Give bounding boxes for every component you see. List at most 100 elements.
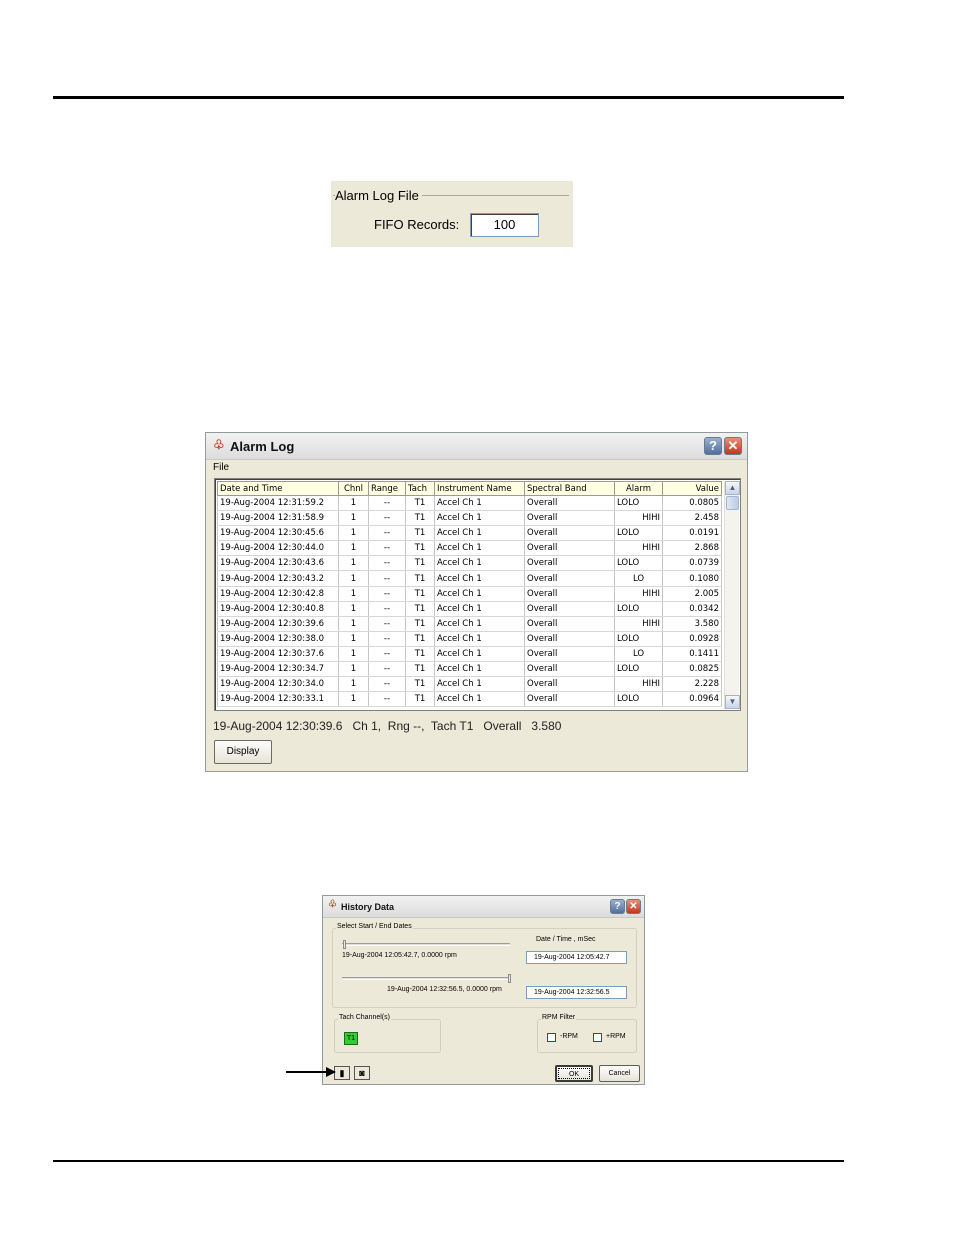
table-row[interactable]: 19-Aug-2004 12:30:43.6 1 -- T1 Accel Ch 1 Ove… xyxy=(217,555,722,572)
table-cell: Overall xyxy=(524,586,615,602)
table-cell: T1 xyxy=(405,570,435,587)
table-row[interactable]: 19-Aug-2004 12:30:42.8 1 -- T1 Accel Ch 1 Ove… xyxy=(217,586,722,602)
scroll-down-icon[interactable]: ▼ xyxy=(725,695,740,709)
table-cell: -- xyxy=(368,676,406,693)
end-date-field[interactable]: 19-Aug-2004 12:32:56.5 xyxy=(526,986,627,999)
table-cell: 0.0739 xyxy=(662,555,722,572)
fifo-records-label: FIFO Records: xyxy=(374,217,460,232)
table-cell: -- xyxy=(368,661,406,678)
table-row[interactable]: 19-Aug-2004 12:30:45.6 1 -- T1 Accel Ch 1 Ove… xyxy=(217,525,722,542)
table-cell: -- xyxy=(368,601,406,617)
start-date-field[interactable]: 19-Aug-2004 12:05:42.7 xyxy=(526,951,627,964)
table-cell: -- xyxy=(368,540,406,557)
col-alarm[interactable]: Alarm xyxy=(614,481,663,496)
table-row[interactable]: 19-Aug-2004 12:31:59.2 1 -- T1 Accel Ch 1 Ove… xyxy=(217,495,722,512)
title-bar: ♧ Alarm Log ? ✕ xyxy=(206,433,747,460)
group-legend: Alarm Log File xyxy=(335,188,422,203)
end-date-slider-thumb[interactable] xyxy=(508,974,511,983)
table-cell: Accel Ch 1 xyxy=(434,586,525,602)
menu-file[interactable]: File xyxy=(213,462,229,473)
table-cell: Accel Ch 1 xyxy=(434,661,525,678)
col-date-time[interactable]: Date and Time xyxy=(217,481,339,496)
table-cell: 0.0191 xyxy=(662,525,722,542)
table-cell: -- xyxy=(368,525,406,542)
table-cell: 19-Aug-2004 12:30:34.0 xyxy=(217,676,339,693)
table-cell: Overall xyxy=(524,661,615,678)
table-cell: T1 xyxy=(405,525,435,542)
tach-t1-button[interactable]: T1 xyxy=(344,1032,358,1045)
table-row[interactable]: 19-Aug-2004 12:30:44.0 1 -- T1 Accel Ch 1 Ove… xyxy=(217,540,722,557)
start-readout: 19-Aug-2004 12:05:42.7, 0.0000 rpm xyxy=(342,952,457,959)
table-cell: Accel Ch 1 xyxy=(434,616,525,632)
close-button[interactable]: ✕ xyxy=(626,899,641,914)
table-cell: 1 xyxy=(338,510,369,527)
col-range[interactable]: Range xyxy=(368,481,406,496)
group-label: Tach Channel(s) xyxy=(338,1014,391,1021)
header-row: Date and Time Chnl Range Tach Instrument… xyxy=(217,481,722,496)
table-row[interactable]: 19-Aug-2004 12:30:38.0 1 -- T1 Accel Ch 1 Ove… xyxy=(217,631,722,647)
table-cell: HIHI xyxy=(614,586,663,602)
table-row[interactable]: 19-Aug-2004 12:30:39.6 1 -- T1 Accel Ch 1 Ove… xyxy=(217,616,722,632)
table-cell: T1 xyxy=(405,646,435,663)
table-cell: Accel Ch 1 xyxy=(434,676,525,693)
col-tach[interactable]: Tach xyxy=(405,481,435,496)
window-title: History Data xyxy=(341,902,395,912)
col-value[interactable]: Value xyxy=(662,481,722,496)
vertical-scrollbar[interactable]: ▲ ▼ xyxy=(724,481,740,709)
table-cell: 0.0825 xyxy=(662,661,722,678)
end-date-slider-track[interactable] xyxy=(342,977,510,980)
table-cell: 0.0928 xyxy=(662,631,722,647)
table-cell: T1 xyxy=(405,555,435,572)
app-icon: ♧ xyxy=(213,437,225,452)
title-bar: ♧ History Data ? ✕ xyxy=(323,896,644,918)
table-cell: 19-Aug-2004 12:30:44.0 xyxy=(217,540,339,557)
scroll-thumb[interactable] xyxy=(726,496,739,510)
help-button[interactable]: ? xyxy=(610,899,625,914)
table-row[interactable]: 19-Aug-2004 12:30:34.0 1 -- T1 Accel Ch 1 Ove… xyxy=(217,676,722,693)
cancel-button[interactable]: Cancel xyxy=(599,1065,640,1082)
table-cell: 1 xyxy=(338,586,369,602)
plus-rpm-checkbox[interactable] xyxy=(593,1033,602,1042)
date-time-label: Date / Time , mSec xyxy=(536,936,596,943)
table-cell: LOLO xyxy=(614,691,663,708)
col-chnl[interactable]: Chnl xyxy=(338,481,369,496)
table-row[interactable]: 19-Aug-2004 12:30:34.7 1 -- T1 Accel Ch 1 Ove… xyxy=(217,661,722,678)
start-date-slider-thumb[interactable] xyxy=(343,940,346,949)
table-cell: 0.0805 xyxy=(662,495,722,512)
start-date-slider-track[interactable] xyxy=(342,943,510,946)
table-cell: 1 xyxy=(338,570,369,587)
col-instrument-name[interactable]: Instrument Name xyxy=(434,481,525,496)
table-cell: 19-Aug-2004 12:30:34.7 xyxy=(217,661,339,678)
page-top-rule xyxy=(53,96,844,99)
col-spectral-band[interactable]: Spectral Band xyxy=(524,481,615,496)
table-cell: Overall xyxy=(524,616,615,632)
table-row[interactable]: 19-Aug-2004 12:30:37.6 1 -- T1 Accel Ch 1 Ove… xyxy=(217,646,722,663)
app-icon: ♧ xyxy=(328,899,337,910)
table-cell: -- xyxy=(368,510,406,527)
table-cell: 19-Aug-2004 12:30:42.8 xyxy=(217,586,339,602)
tach-indicator-icon[interactable]: ▮ xyxy=(334,1066,350,1080)
table-cell: Overall xyxy=(524,495,615,512)
table-cell: 1 xyxy=(338,540,369,557)
window-title: Alarm Log xyxy=(230,439,295,454)
table-row[interactable]: 19-Aug-2004 12:31:58.9 1 -- T1 Accel Ch 1 Ove… xyxy=(217,510,722,527)
close-button[interactable]: ✕ xyxy=(724,437,742,455)
table-row[interactable]: 19-Aug-2004 12:30:33.1 1 -- T1 Accel Ch 1 Ove… xyxy=(217,691,722,708)
table-cell: 1 xyxy=(338,601,369,617)
help-button[interactable]: ? xyxy=(704,437,722,455)
table-row[interactable]: 19-Aug-2004 12:30:40.8 1 -- T1 Accel Ch 1 Ove… xyxy=(217,601,722,617)
table-cell: LO xyxy=(614,646,663,663)
table-cell: 1 xyxy=(338,616,369,632)
table-cell: 19-Aug-2004 12:30:39.6 xyxy=(217,616,339,632)
minus-rpm-checkbox[interactable] xyxy=(547,1033,556,1042)
display-button[interactable]: Display xyxy=(214,740,272,764)
fifo-records-input[interactable]: 100 xyxy=(470,213,539,237)
table-cell: -- xyxy=(368,631,406,647)
table-row[interactable]: 19-Aug-2004 12:30:43.2 1 -- T1 Accel Ch 1 Ove… xyxy=(217,570,722,587)
table-cell: Overall xyxy=(524,691,615,708)
scroll-up-icon[interactable]: ▲ xyxy=(725,481,740,495)
end-readout: 19-Aug-2004 12:32:56.5, 0.0000 rpm xyxy=(387,986,502,993)
ok-button[interactable]: OK xyxy=(555,1065,593,1082)
camera-icon[interactable]: ◙ xyxy=(354,1066,370,1080)
table-cell: -- xyxy=(368,616,406,632)
